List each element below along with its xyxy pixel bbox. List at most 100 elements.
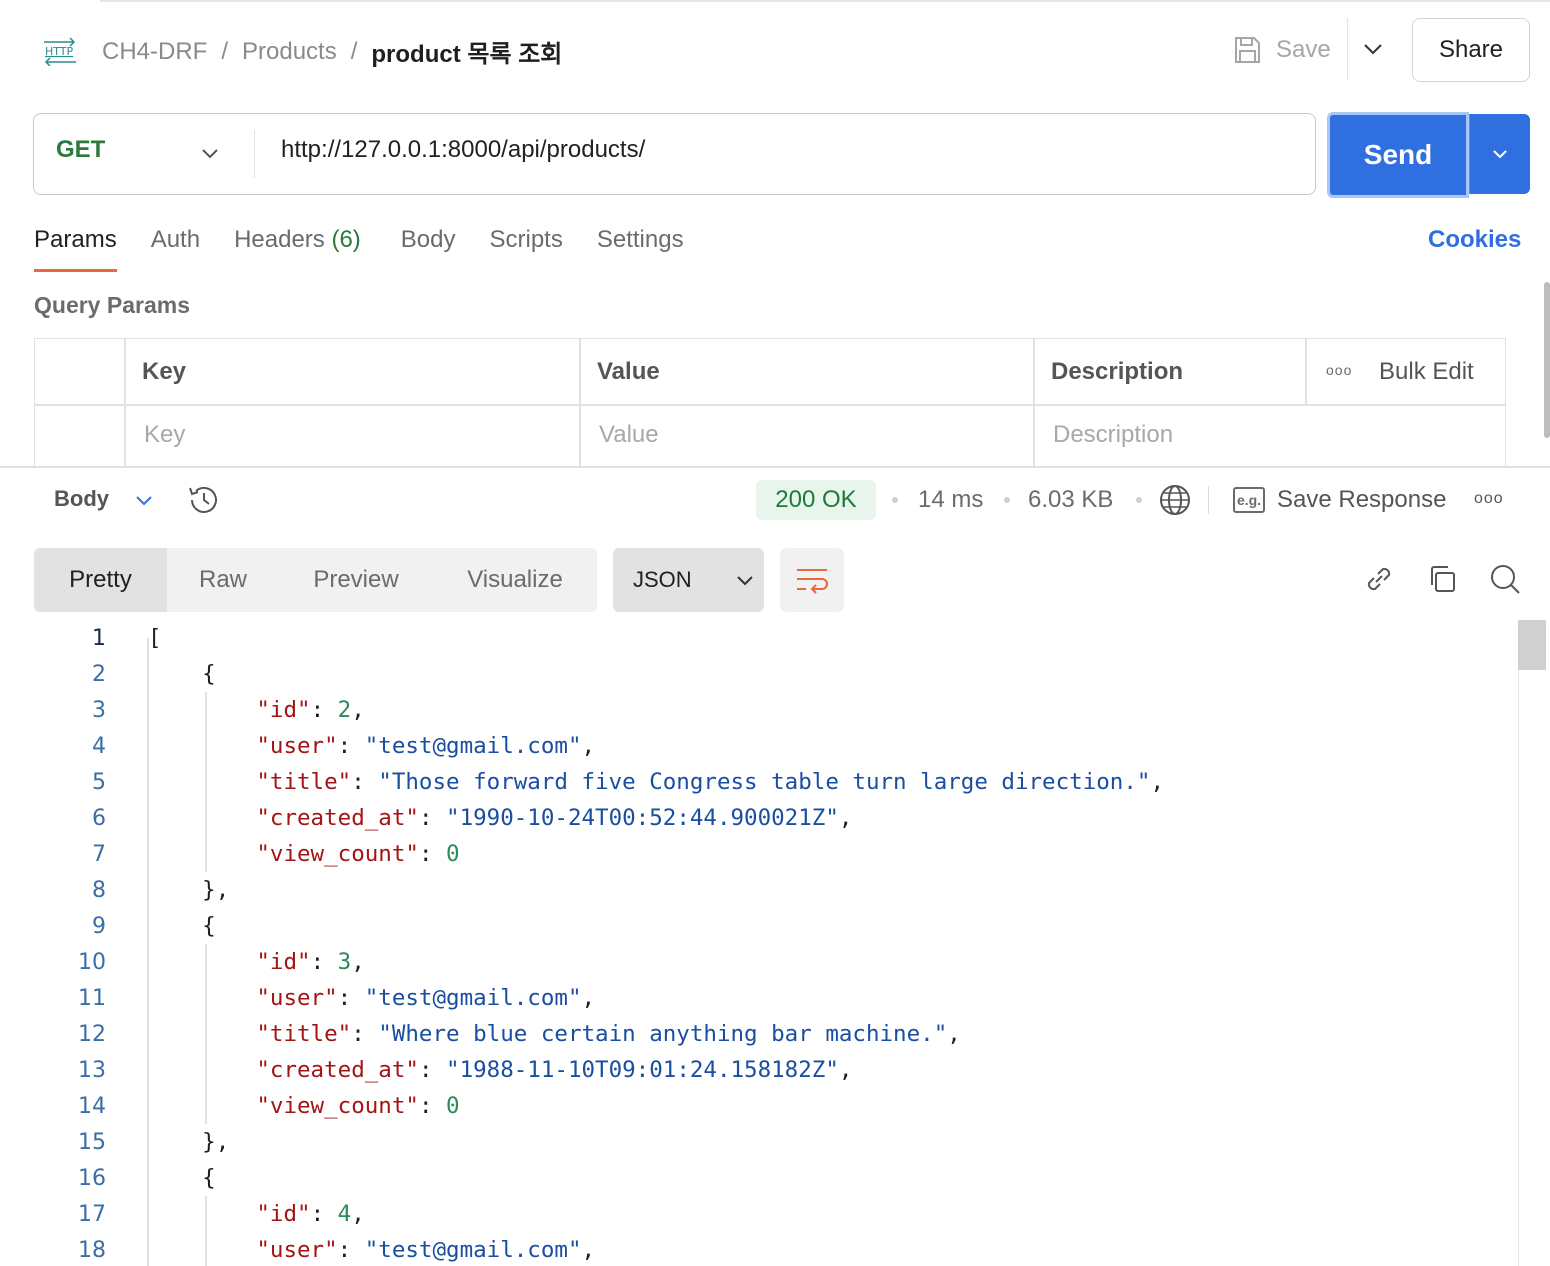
code-line: 16 { xyxy=(0,1160,216,1196)
request-name[interactable]: product 목록 조회 xyxy=(371,34,562,69)
format-label: JSON xyxy=(633,567,692,592)
divider xyxy=(254,130,255,178)
divider xyxy=(1208,486,1209,514)
code-line: 5 "title": "Those forward five Congress … xyxy=(0,764,1164,800)
key-input[interactable]: Key xyxy=(144,421,185,449)
share-button[interactable]: Share xyxy=(1412,18,1530,82)
code-text: "id": 4, xyxy=(256,1201,365,1227)
url-input[interactable]: http://127.0.0.1:8000/api/products/ xyxy=(281,136,645,164)
breadcrumb-collection[interactable]: CH4-DRF xyxy=(102,38,207,66)
tab-auth[interactable]: Auth xyxy=(151,226,200,272)
globe-icon[interactable] xyxy=(1158,483,1192,517)
send-button[interactable]: Send xyxy=(1327,112,1469,198)
code-text: { xyxy=(148,1165,216,1191)
word-wrap-icon xyxy=(797,569,828,594)
code-line: 14 "view_count": 0 xyxy=(0,1088,460,1124)
indent-guide xyxy=(147,638,149,1266)
code-text: "view_count": 0 xyxy=(256,841,460,867)
code-text: "title": "Those forward five Congress ta… xyxy=(256,769,1164,795)
scrollbar-thumb[interactable] xyxy=(1518,620,1546,670)
scrollbar[interactable] xyxy=(1544,282,1550,438)
more-options-icon[interactable]: ooo xyxy=(1326,362,1352,378)
response-time[interactable]: 14 ms xyxy=(918,486,983,514)
indent-guide xyxy=(205,692,207,872)
code-line: 13 "created_at": "1988-11-10T09:01:24.15… xyxy=(0,1052,852,1088)
cookies-link[interactable]: Cookies xyxy=(1428,226,1521,254)
chevron-down-icon xyxy=(736,576,753,586)
table-column-divider xyxy=(1305,338,1307,404)
line-number: 9 xyxy=(92,913,106,939)
send-options-button[interactable] xyxy=(1469,114,1530,194)
code-text: [ xyxy=(148,625,162,651)
response-code-view[interactable]: 1[2 {3 "id": 2, 4 "user": "test@gmail.com… xyxy=(0,620,1518,1266)
top-border xyxy=(100,0,1550,2)
table-column-divider xyxy=(579,338,581,468)
line-number: 4 xyxy=(92,733,106,759)
code-text: "view_count": 0 xyxy=(256,1093,460,1119)
tab-preview[interactable]: Preview xyxy=(279,548,433,612)
tab-headers[interactable]: Headers (6) xyxy=(234,226,361,272)
code-line: 9 { xyxy=(0,908,216,944)
code-text: "user": "test@gmail.com", xyxy=(256,985,596,1011)
description-input[interactable]: Description xyxy=(1053,421,1173,449)
copy-icon[interactable] xyxy=(1425,562,1459,596)
line-number: 16 xyxy=(78,1165,106,1191)
code-line: 4 "user": "test@gmail.com", xyxy=(0,728,595,764)
save-icon xyxy=(1235,37,1260,63)
http-icon-text: HTTP xyxy=(45,45,74,58)
tab-settings[interactable]: Settings xyxy=(597,226,684,272)
chevron-down-icon[interactable] xyxy=(1358,34,1388,64)
code-text: "created_at": "1988-11-10T09:01:24.15818… xyxy=(256,1057,853,1083)
link-icon[interactable] xyxy=(1362,562,1396,596)
headers-count: (6) xyxy=(331,226,361,253)
chevron-down-icon[interactable] xyxy=(196,140,224,168)
code-line: 1[ xyxy=(0,620,162,656)
table-column-divider xyxy=(1033,338,1035,468)
code-line: 10 "id": 3, xyxy=(0,944,365,980)
line-number: 14 xyxy=(78,1093,106,1119)
line-number: 12 xyxy=(78,1021,106,1047)
code-line: 15 }, xyxy=(0,1124,229,1160)
code-line: 7 "view_count": 0 xyxy=(0,836,460,872)
breadcrumb-folder[interactable]: Products xyxy=(242,38,337,66)
line-number: 1 xyxy=(92,625,106,651)
format-select[interactable]: JSON xyxy=(613,548,764,612)
line-number: 13 xyxy=(78,1057,106,1083)
tab-visualize[interactable]: Visualize xyxy=(433,548,597,612)
breadcrumb-separator: / xyxy=(350,37,358,65)
search-icon[interactable] xyxy=(1488,562,1522,596)
separator-dot xyxy=(1136,497,1142,503)
line-number: 17 xyxy=(78,1201,106,1227)
response-section-label[interactable]: Body xyxy=(54,486,109,512)
tab-scripts[interactable]: Scripts xyxy=(490,226,563,272)
response-size[interactable]: 6.03 KB xyxy=(1028,486,1113,514)
save-button[interactable]: Save xyxy=(1232,30,1331,70)
pane-divider[interactable] xyxy=(0,466,1550,468)
response-view-tabs: Pretty Raw Preview Visualize xyxy=(34,548,597,612)
tab-headers-label: Headers xyxy=(234,226,325,253)
tab-pretty[interactable]: Pretty xyxy=(34,548,167,612)
line-number: 8 xyxy=(92,877,106,903)
word-wrap-button[interactable] xyxy=(780,548,844,612)
tab-body[interactable]: Body xyxy=(401,226,456,272)
code-text: "created_at": "1990-10-24T00:52:44.90002… xyxy=(256,805,853,831)
example-icon: e.g. xyxy=(1233,487,1265,513)
status-badge[interactable]: 200 OK xyxy=(756,480,876,520)
code-line: 17 "id": 4, xyxy=(0,1196,365,1232)
bulk-edit-button[interactable]: Bulk Edit xyxy=(1379,358,1474,386)
tab-raw[interactable]: Raw xyxy=(167,548,279,612)
chevron-down-icon[interactable] xyxy=(132,488,156,512)
save-response-button[interactable]: Save Response xyxy=(1277,486,1446,514)
breadcrumb-separator: / xyxy=(221,37,228,65)
column-header-description: Description xyxy=(1051,358,1184,385)
value-input[interactable]: Value xyxy=(599,421,659,449)
method-select[interactable]: GET xyxy=(56,136,105,164)
code-text: }, xyxy=(148,1129,230,1155)
code-line: 3 "id": 2, xyxy=(0,692,365,728)
code-text: }, xyxy=(148,877,230,903)
line-number: 18 xyxy=(78,1237,106,1263)
code-text: "id": 3, xyxy=(256,949,365,975)
tab-params[interactable]: Params xyxy=(34,226,117,272)
more-options-icon[interactable]: ooo xyxy=(1474,490,1504,508)
history-icon[interactable] xyxy=(186,482,222,518)
